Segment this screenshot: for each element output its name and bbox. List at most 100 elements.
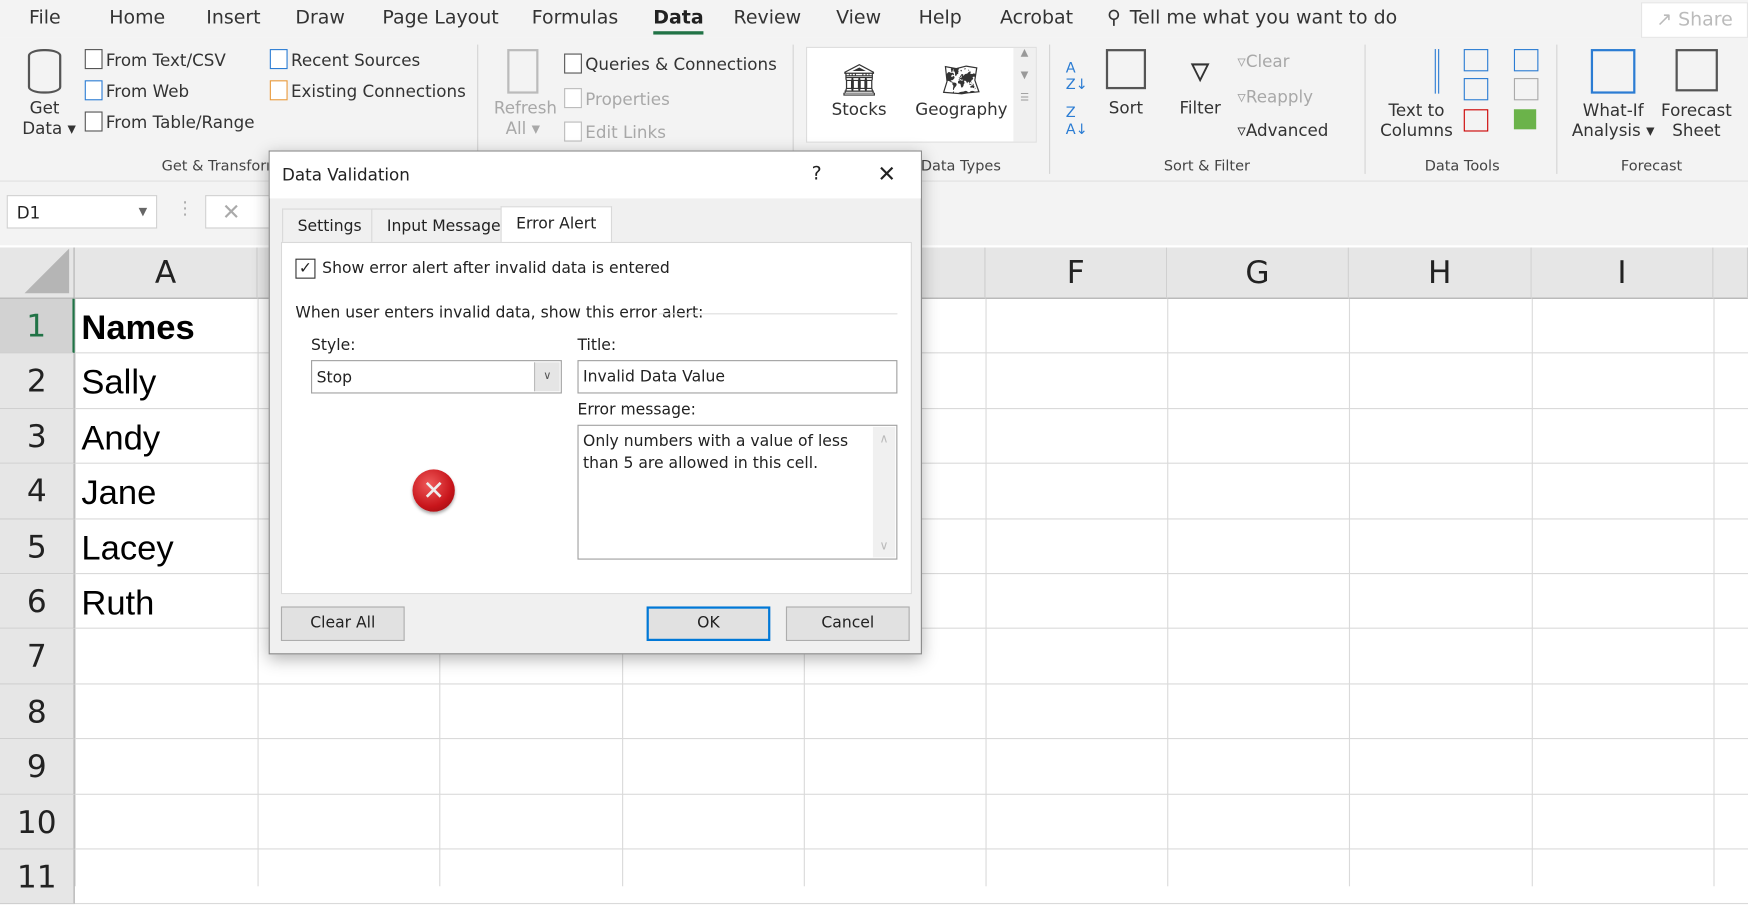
column-header-f[interactable]: F xyxy=(985,247,1168,299)
more-options-icon[interactable]: ⋮ xyxy=(176,197,194,218)
stocks-button[interactable]: 🏛 Stocks xyxy=(832,61,887,119)
cell-a4[interactable]: Jane xyxy=(81,473,156,513)
ttc-label-2: Columns xyxy=(1380,120,1453,141)
ok-button[interactable]: OK xyxy=(646,606,771,642)
tab-draw[interactable]: Draw xyxy=(295,7,345,29)
help-button[interactable]: ? xyxy=(812,163,822,185)
row-header-5[interactable]: 5 xyxy=(0,519,75,575)
tab-insert[interactable]: Insert xyxy=(206,7,260,29)
row-header-7[interactable]: 7 xyxy=(0,629,75,685)
data-validation-icon[interactable] xyxy=(1463,109,1489,132)
gallery-scrollbar[interactable]: ▲ ▼ ☰ xyxy=(1013,47,1036,142)
row-header-2[interactable]: 2 xyxy=(0,353,75,409)
map-icon: 🗺 xyxy=(941,61,982,99)
tab-home[interactable]: Home xyxy=(109,7,165,29)
tab-review[interactable]: Review xyxy=(734,7,802,29)
ttc-label: Text to xyxy=(1388,100,1445,121)
style-select[interactable]: Stop ∨ xyxy=(311,360,562,394)
name-box[interactable]: D1 ▼ xyxy=(6,195,158,229)
tab-view[interactable]: View xyxy=(836,7,881,29)
error-message-value: Only numbers with a value of less than 5… xyxy=(583,432,849,473)
cell-a2[interactable]: Sally xyxy=(81,363,156,403)
geography-button[interactable]: 🗺 Geography xyxy=(915,61,1007,119)
tab-input-message[interactable]: Input Message xyxy=(371,208,517,244)
what-if-analysis-button[interactable]: What-If Analysis ▾ xyxy=(1572,49,1655,140)
error-message-textarea[interactable]: Only numbers with a value of less than 5… xyxy=(577,424,898,560)
from-web-button[interactable]: From Web xyxy=(84,80,189,101)
close-icon[interactable]: ✕ xyxy=(877,161,896,188)
consolidate-icon[interactable] xyxy=(1513,49,1539,72)
tab-settings[interactable]: Settings xyxy=(282,208,378,244)
what-if-label-2: Analysis xyxy=(1571,120,1641,141)
group-label-sort-filter: Sort & Filter xyxy=(1163,158,1250,176)
flash-fill-icon[interactable] xyxy=(1463,49,1489,72)
cell-a6[interactable]: Ruth xyxy=(81,583,154,623)
existing-connections-button[interactable]: Existing Connections xyxy=(269,80,466,101)
chevron-down-icon[interactable]: ∨ xyxy=(533,362,560,392)
reapply-button[interactable]: ▿Reapply xyxy=(1237,87,1313,107)
column-header-g[interactable]: G xyxy=(1167,247,1349,299)
row-header-11[interactable]: 11 xyxy=(0,849,75,905)
advanced-label: Advanced xyxy=(1245,120,1329,141)
column-header-i[interactable]: I xyxy=(1531,247,1714,299)
column-header-j[interactable] xyxy=(1713,247,1748,299)
column-header-a[interactable]: A xyxy=(74,247,258,299)
tab-data[interactable]: Data xyxy=(653,7,704,35)
title-input[interactable]: Invalid Data Value xyxy=(577,360,898,394)
tab-file[interactable]: File xyxy=(29,7,61,29)
sort-button[interactable]: Sort xyxy=(1105,49,1147,118)
refresh-all-button[interactable]: Refresh All ▾ xyxy=(494,49,557,139)
row-header-9[interactable]: 9 xyxy=(0,739,75,795)
chevron-down-icon[interactable]: ▼ xyxy=(139,196,148,229)
forecast-sheet-button[interactable]: Forecast Sheet xyxy=(1661,49,1732,140)
clear-button[interactable]: ▿Clear xyxy=(1237,51,1289,71)
refresh-label-2: All xyxy=(505,118,527,139)
what-if-icon xyxy=(1590,49,1636,94)
cancel-button[interactable]: Cancel xyxy=(785,606,910,642)
clear-all-button[interactable]: Clear All xyxy=(280,606,405,642)
tab-acrobat[interactable]: Acrobat xyxy=(1000,7,1073,29)
remove-duplicates-icon[interactable] xyxy=(1463,78,1489,101)
text-to-columns-button[interactable]: Text to Columns xyxy=(1380,49,1453,140)
show-alert-checkbox[interactable]: ✓ xyxy=(295,258,316,279)
from-text-csv-button[interactable]: From Text/CSV xyxy=(84,49,226,70)
tab-error-alert[interactable]: Error Alert xyxy=(500,206,612,245)
row-header-1[interactable]: 1 xyxy=(0,298,75,354)
recent-sources-button[interactable]: Recent Sources xyxy=(269,49,420,70)
relationships-icon[interactable] xyxy=(1513,78,1539,101)
column-header-h[interactable]: H xyxy=(1348,247,1532,299)
what-if-label: What-If xyxy=(1582,100,1644,121)
row-header-10[interactable]: 10 xyxy=(0,794,75,850)
from-table-range-button[interactable]: From Table/Range xyxy=(84,111,255,133)
cell-a5[interactable]: Lacey xyxy=(81,528,173,568)
edit-links-button[interactable]: Edit Links xyxy=(564,121,666,143)
filter-button[interactable]: ▿ Filter xyxy=(1179,49,1220,118)
web-icon xyxy=(84,80,103,101)
row-header-6[interactable]: 6 xyxy=(0,574,75,630)
gridline xyxy=(1167,298,1169,887)
textarea-scrollbar[interactable]: ∧ ∨ xyxy=(872,426,896,558)
cell-a3[interactable]: Andy xyxy=(81,418,160,458)
tab-formulas[interactable]: Formulas xyxy=(532,7,619,29)
refresh-icon xyxy=(507,49,539,94)
row-header-4[interactable]: 4 xyxy=(0,463,75,520)
row-header-3[interactable]: 3 xyxy=(0,408,75,464)
select-all-button[interactable] xyxy=(0,247,75,299)
properties-button[interactable]: Properties xyxy=(564,88,670,109)
tab-page-layout[interactable]: Page Layout xyxy=(382,7,498,29)
gridline xyxy=(1531,298,1533,887)
queries-icon xyxy=(564,53,582,74)
share-button[interactable]: ↗ Share xyxy=(1640,2,1748,38)
sort-z-a-button[interactable]: Z A↓ xyxy=(1066,105,1088,138)
filter-label: Filter xyxy=(1179,98,1221,119)
sort-a-z-button[interactable]: A Z↓ xyxy=(1066,60,1088,93)
data-model-icon[interactable] xyxy=(1513,109,1537,130)
queries-connections-button[interactable]: Queries & Connections xyxy=(564,53,777,75)
tab-help[interactable]: Help xyxy=(919,7,962,29)
row-header-8[interactable]: 8 xyxy=(0,684,75,740)
get-data-button[interactable]: Get Data ▾ xyxy=(22,49,76,138)
sort-icon xyxy=(1105,49,1147,90)
advanced-button[interactable]: ▿Advanced xyxy=(1237,120,1328,140)
tell-me-search[interactable]: ⚲ Tell me what you want to do xyxy=(1107,7,1397,29)
cell-a1[interactable]: Names xyxy=(81,308,194,348)
